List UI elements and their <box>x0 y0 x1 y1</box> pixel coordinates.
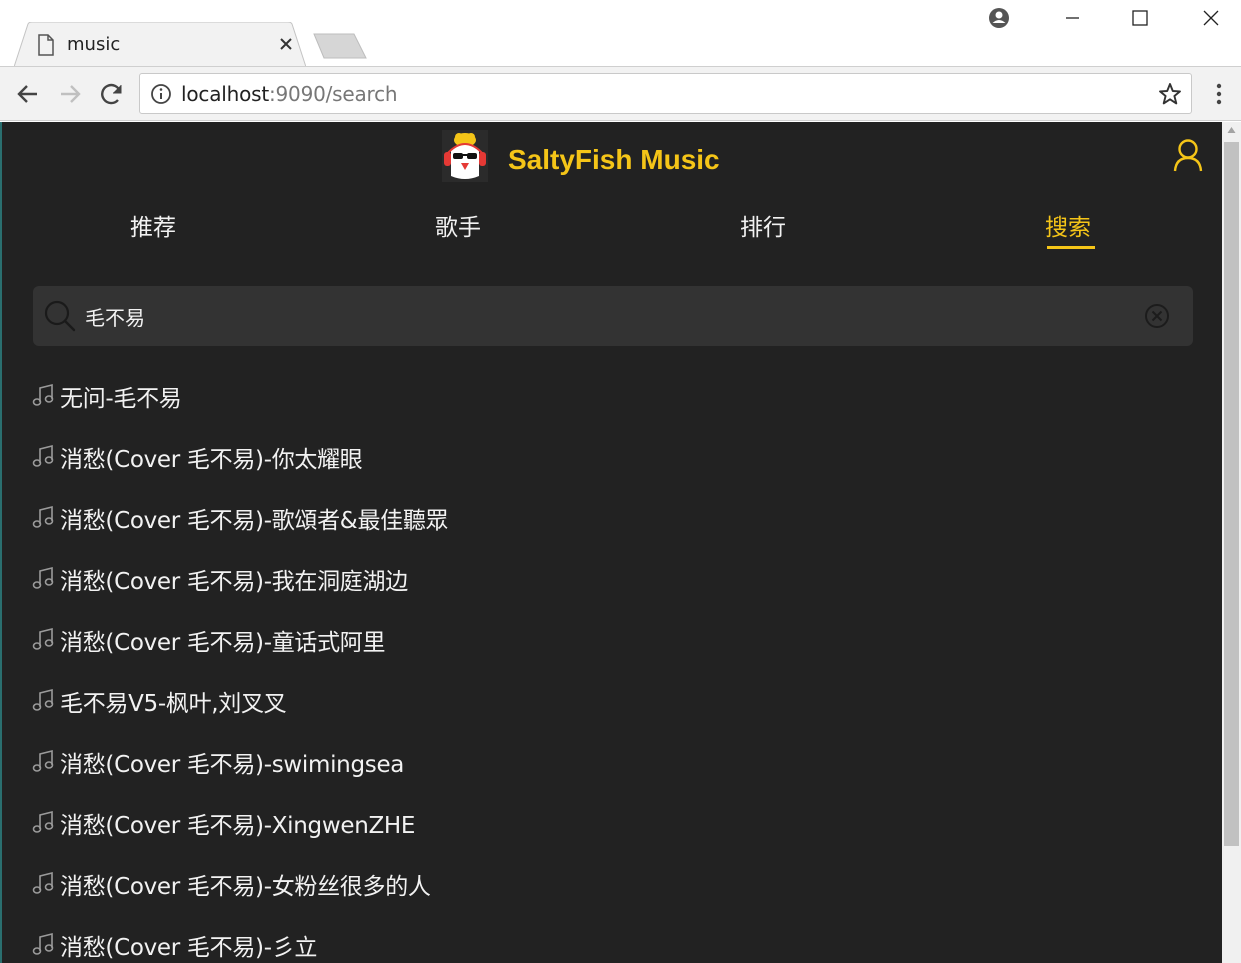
address-bar[interactable]: localhost:9090/search <box>139 73 1192 114</box>
browser-tab[interactable]: music <box>14 22 306 67</box>
back-arrow-icon[interactable] <box>14 80 42 108</box>
browser-titlebar: music <box>0 0 1241 67</box>
result-title: 无问-毛不易 <box>60 386 182 412</box>
tab-search[interactable]: 搜索 <box>1045 208 1091 242</box>
reload-icon[interactable] <box>98 80 126 108</box>
scrollbar-thumb[interactable] <box>1224 142 1239 846</box>
result-title: 消愁(Cover 毛不易)-彡立 <box>60 935 318 961</box>
music-note-icon <box>32 871 54 894</box>
result-title: 消愁(Cover 毛不易)-童话式阿里 <box>60 630 386 656</box>
tab-shape <box>14 22 306 67</box>
salty-fish-logo-icon <box>442 130 488 182</box>
url-text: localhost:9090/search <box>181 82 398 106</box>
result-title: 消愁(Cover 毛不易)-XingwenZHE <box>60 813 416 839</box>
maximize-icon[interactable] <box>1128 6 1152 30</box>
music-note-icon <box>32 810 54 833</box>
url-path: :9090/search <box>268 82 398 106</box>
page-scrollbar[interactable] <box>1222 122 1241 963</box>
music-note-icon <box>32 444 54 467</box>
tab-rankings[interactable]: 排行 <box>740 208 786 242</box>
result-title: 消愁(Cover 毛不易)-我在洞庭湖边 <box>60 569 408 595</box>
music-note-icon <box>32 932 54 955</box>
user-icon[interactable] <box>1172 137 1204 173</box>
tab-recommend[interactable]: 推荐 <box>130 208 176 242</box>
new-tab-button[interactable] <box>312 33 368 59</box>
result-title: 消愁(Cover 毛不易)-你太耀眼 <box>60 447 363 473</box>
url-host: localhost <box>181 82 269 106</box>
clear-search-icon[interactable] <box>1143 302 1171 330</box>
profile-icon[interactable] <box>987 6 1011 30</box>
active-tab-indicator <box>1047 246 1095 249</box>
music-app: SaltyFish Music 推荐 歌手 排行 搜索 无问-毛不易 <box>0 122 1222 963</box>
music-note-icon <box>32 505 54 528</box>
music-note-icon <box>32 688 54 711</box>
browser-toolbar: localhost:9090/search <box>0 66 1241 121</box>
info-icon[interactable] <box>150 83 172 105</box>
search-box <box>33 286 1193 346</box>
main-nav: 推荐 歌手 排行 搜索 <box>2 202 1222 252</box>
music-note-icon <box>32 627 54 650</box>
page-icon <box>38 34 54 56</box>
result-title: 消愁(Cover 毛不易)-歌頌者&最佳聽眾 <box>60 508 449 534</box>
bookmark-star-icon[interactable] <box>1157 81 1183 107</box>
brand-name: SaltyFish Music <box>508 144 720 175</box>
music-note-icon <box>32 383 54 406</box>
browser-menu-icon[interactable] <box>1209 80 1229 108</box>
result-title: 毛不易V5-枫叶,刘叉叉 <box>60 691 287 717</box>
result-title: 消愁(Cover 毛不易)-swimingsea <box>60 752 405 778</box>
tab-singers[interactable]: 歌手 <box>435 208 481 242</box>
tab-title: music <box>67 34 121 55</box>
close-window-icon[interactable] <box>1199 6 1223 30</box>
search-input[interactable] <box>85 300 1125 332</box>
search-icon <box>44 300 76 332</box>
minimize-icon[interactable] <box>1060 6 1084 30</box>
close-tab-icon[interactable] <box>276 34 296 54</box>
scroll-up-arrow-icon[interactable] <box>1227 126 1236 134</box>
music-note-icon <box>32 566 54 589</box>
result-title: 消愁(Cover 毛不易)-女粉丝很多的人 <box>60 874 431 900</box>
music-note-icon <box>32 749 54 772</box>
forward-arrow-icon[interactable] <box>56 80 84 108</box>
